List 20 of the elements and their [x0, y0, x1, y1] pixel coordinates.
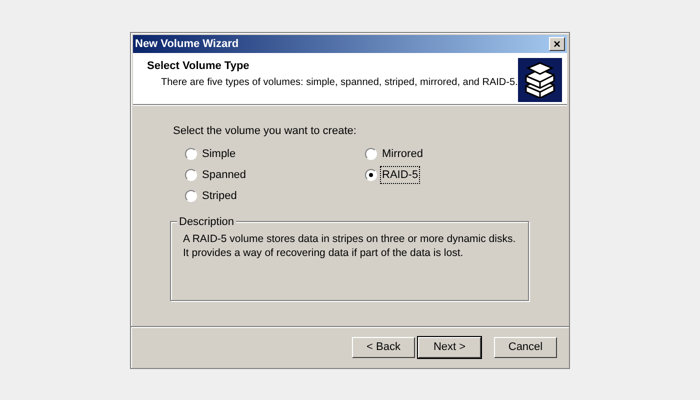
description-text: A RAID-5 volume stores data in stripes on three or more dynamic disks. It provides a way of recovering data if part of the data is lost.: [183, 232, 516, 260]
disks-icon: [518, 58, 562, 102]
option-label[interactable]: Striped: [201, 188, 238, 204]
next-button[interactable]: Next >: [418, 337, 481, 358]
option-label[interactable]: Mirrored: [381, 146, 424, 162]
cancel-button[interactable]: Cancel: [494, 337, 557, 358]
header-title: Select Volume Type: [147, 59, 250, 74]
radio-button[interactable]: [185, 148, 197, 160]
radio-button[interactable]: [185, 190, 197, 202]
back-button[interactable]: < Back: [352, 337, 415, 358]
option-label[interactable]: Spanned: [201, 166, 248, 184]
window-title: New Volume Wizard: [135, 36, 239, 52]
header-subtitle: There are five types of volumes: simple, spanned, striped, mirrored, and RAID-5.: [160, 76, 518, 90]
radio-button[interactable]: [365, 148, 377, 160]
radio-button[interactable]: [365, 169, 377, 181]
prompt-label: Select the volume you want to create:: [173, 124, 358, 139]
close-button[interactable]: ×: [549, 37, 565, 51]
option-label[interactable]: Simple: [201, 146, 237, 162]
option-label[interactable]: RAID-5: [381, 166, 420, 184]
radio-button[interactable]: [185, 169, 197, 181]
